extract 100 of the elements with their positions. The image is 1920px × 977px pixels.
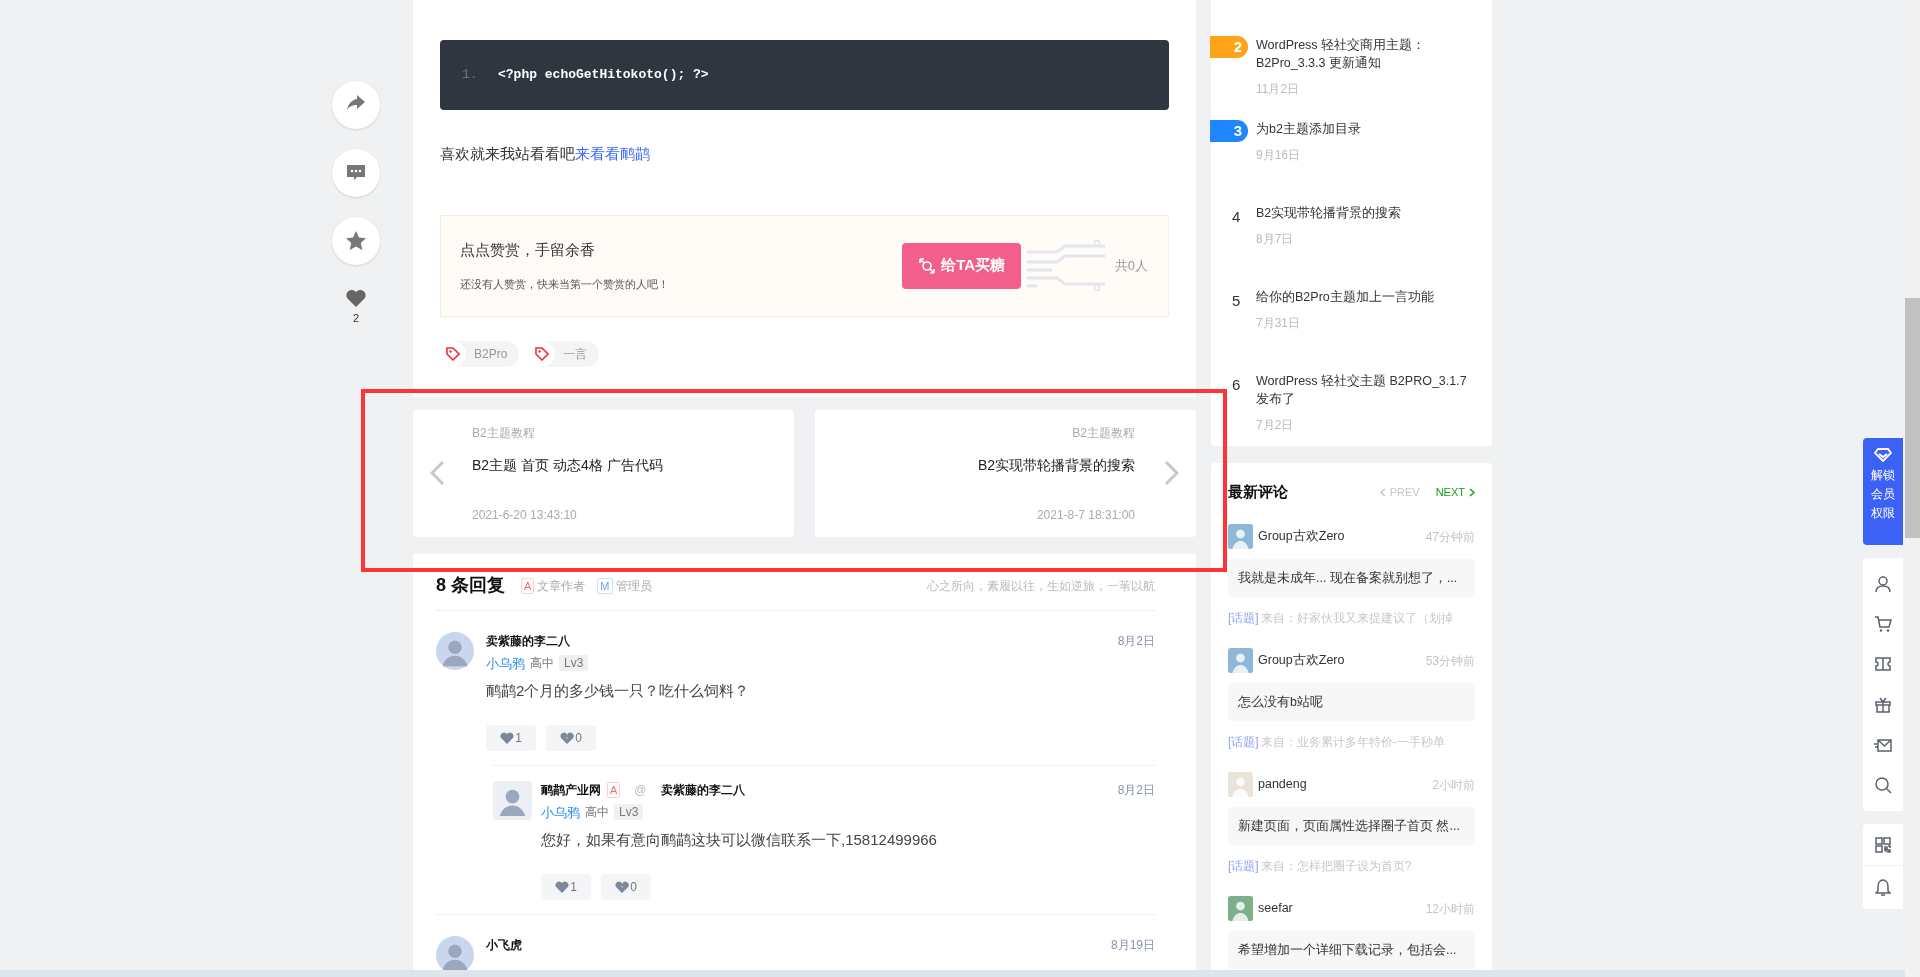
hot-post-item[interactable]: 4 B2实现带轮播背景的搜索 8月7日 — [1211, 204, 1492, 288]
line-number: 1. — [462, 66, 479, 85]
role-badge: A — [521, 577, 535, 594]
ticket-icon — [1874, 655, 1892, 674]
comment-bubble: 新建页面，页面属性选择圈子首页 然... — [1228, 807, 1475, 845]
star-button[interactable] — [332, 217, 380, 265]
like-button[interactable]: 1 — [541, 873, 591, 900]
comment-bubble: 怎么没有b站呢 — [1228, 683, 1475, 721]
dislike-button[interactable]: 0 — [601, 873, 651, 900]
reward-button[interactable]: 给TA买糖 — [901, 242, 1021, 289]
broken-heart-icon — [560, 731, 575, 744]
hot-post-item[interactable]: 5 给你的B2Pro主题加上一言功能 7月31日 — [1211, 288, 1492, 372]
tag-icon — [535, 346, 550, 361]
post-title: B2主题 首页 动态4格 广告代码 — [472, 455, 664, 475]
scrollbar-thumb[interactable] — [1905, 298, 1920, 538]
rank-badge: 3 — [1210, 120, 1248, 142]
comment-date: 8月2日 — [1117, 632, 1155, 650]
hot-post-title: 为b2主题添加目录 — [1256, 121, 1361, 138]
next-post-card[interactable]: B2主题教程 B2实现带轮播背景的搜索 2021-8-7 18:31:00 — [815, 409, 1196, 537]
hot-post-title: B2实现带轮播背景的搜索 — [1256, 205, 1402, 222]
comment-button[interactable] — [332, 149, 380, 197]
tag-link[interactable]: 一言 — [529, 340, 600, 367]
at-sign: @ — [634, 781, 647, 799]
latest-comments-title: 最新评论 — [1228, 481, 1288, 502]
tag-link[interactable]: B2Pro — [440, 340, 520, 367]
star-icon — [345, 230, 367, 252]
avatar-silhouette-icon — [493, 780, 532, 820]
comment-date: 8月2日 — [1117, 781, 1155, 799]
share-button[interactable] — [332, 81, 380, 129]
comment-author: 鸸鹋产业网 — [541, 781, 601, 799]
like-button[interactable]: 1 — [486, 724, 536, 751]
chevron-left-icon — [430, 460, 446, 486]
comment-text: 鸸鹋2个月的多少钱一只？吃什么饲料？ — [486, 681, 751, 701]
comment-text: 您好，如果有意向鸸鹋这块可以微信联系一下,15812499966 — [541, 830, 938, 850]
avatar-silhouette-icon — [1228, 648, 1253, 673]
reward-title: 点点赞赏，手留余香 — [460, 240, 596, 260]
hot-post-date: 9月16日 — [1256, 147, 1302, 164]
user-icon — [1874, 575, 1892, 594]
gift-icon — [1874, 695, 1892, 714]
like-button[interactable]: 2 — [346, 289, 366, 327]
chevron-right-icon — [1163, 460, 1179, 486]
comment-user: Group古欢Zero — [1258, 528, 1345, 546]
search-icon — [1874, 775, 1892, 794]
post-category: B2主题教程 — [1072, 424, 1135, 442]
vip-unlock-button[interactable]: 解锁会员权限 — [1863, 438, 1903, 545]
comments-title: 8 条回复 — [436, 574, 505, 597]
broken-heart-icon — [615, 880, 630, 893]
hot-post-title: WordPress 轻社交主题 B2PRO_3.1.7 发布了 — [1256, 373, 1468, 408]
comment-author: 卖紫藤的李二八 — [486, 632, 570, 650]
chevron-right-icon — [1469, 487, 1475, 497]
hot-post-title: 给你的B2Pro主题加上一言功能 — [1256, 289, 1434, 306]
next-button[interactable]: NEXT — [1435, 483, 1475, 501]
tag-icon — [446, 346, 460, 361]
comment-user: seefar — [1258, 900, 1293, 918]
comment-bubble: 希望增加一个详细下载记录，包括会... — [1228, 931, 1475, 969]
hot-post-item[interactable]: 2 WordPress 轻社交商用主题：B2Pro_3.3.3 更新通知 11月2日 — [1211, 36, 1492, 120]
article-paragraph: 喜欢就来我站看看吧来看看鸸鹋 — [440, 144, 651, 164]
author-badge: A — [607, 781, 621, 798]
supporter-count: 共0人 — [1114, 256, 1148, 275]
post-title: B2实现带轮播背景的搜索 — [977, 455, 1135, 475]
role-badge: M — [597, 577, 613, 594]
user-title: 小乌鸦 — [541, 803, 580, 822]
comment-author: 小飞虎 — [486, 936, 522, 954]
avatar-silhouette-icon — [1228, 896, 1253, 921]
hot-post-date: 7月2日 — [1256, 417, 1295, 434]
post-date: 2021-6-20 13:43:10 — [472, 506, 578, 524]
comment-date: 8月19日 — [1110, 936, 1155, 954]
avatar-silhouette-icon — [436, 935, 474, 971]
hot-post-date: 8月7日 — [1256, 231, 1295, 248]
chevron-left-icon — [1379, 487, 1386, 497]
hot-post-title: WordPress 轻社交商用主题：B2Pro_3.3.3 更新通知 — [1256, 37, 1427, 72]
rank-badge: 2 — [1210, 36, 1248, 58]
user-grade: 高中 — [585, 804, 609, 822]
comment-user: pandeng — [1258, 776, 1307, 794]
qr-code-icon — [1875, 836, 1891, 853]
role-label: 文章作者 — [537, 577, 586, 595]
comment-bubble: 我就是未成年... 现在备案就别想了，... — [1228, 559, 1475, 597]
avatar-silhouette-icon — [1228, 772, 1253, 797]
heart-icon — [555, 880, 570, 893]
user-level: Lv3 — [614, 804, 644, 821]
user-level: Lv3 — [559, 655, 589, 672]
previous-post-card[interactable]: B2主题教程 B2主题 首页 动态4格 广告代码 2021-6-20 13:43:10 — [413, 409, 794, 537]
hot-post-date: 7月31日 — [1256, 315, 1302, 332]
role-label: 管理员 — [615, 577, 652, 595]
reward-subtitle: 还没有人赞赏，快来当第一个赞赏的人吧！ — [460, 276, 670, 292]
cart-icon — [1874, 615, 1892, 634]
bell-icon — [1875, 878, 1891, 897]
heart-icon — [500, 731, 515, 744]
reply-target: 卖紫藤的李二八 — [660, 781, 745, 799]
dislike-button[interactable]: 0 — [546, 724, 596, 751]
comment-user: Group古欢Zero — [1258, 652, 1345, 670]
post-date: 2021-8-7 18:31:00 — [1036, 506, 1135, 524]
hot-post-item[interactable]: 6 WordPress 轻社交主题 B2PRO_3.1.7 发布了 7月2日 — [1211, 372, 1492, 456]
heart-icon — [346, 289, 366, 307]
article-link[interactable]: 来看看鸸鹋 — [575, 145, 650, 162]
avatar-silhouette-icon — [1228, 524, 1253, 549]
hot-post-item[interactable]: 3 为b2主题添加目录 9月16日 — [1211, 120, 1492, 204]
rank-number: 5 — [1231, 291, 1242, 311]
user-title: 小乌鸦 — [486, 654, 525, 673]
rank-number: 4 — [1231, 207, 1242, 227]
